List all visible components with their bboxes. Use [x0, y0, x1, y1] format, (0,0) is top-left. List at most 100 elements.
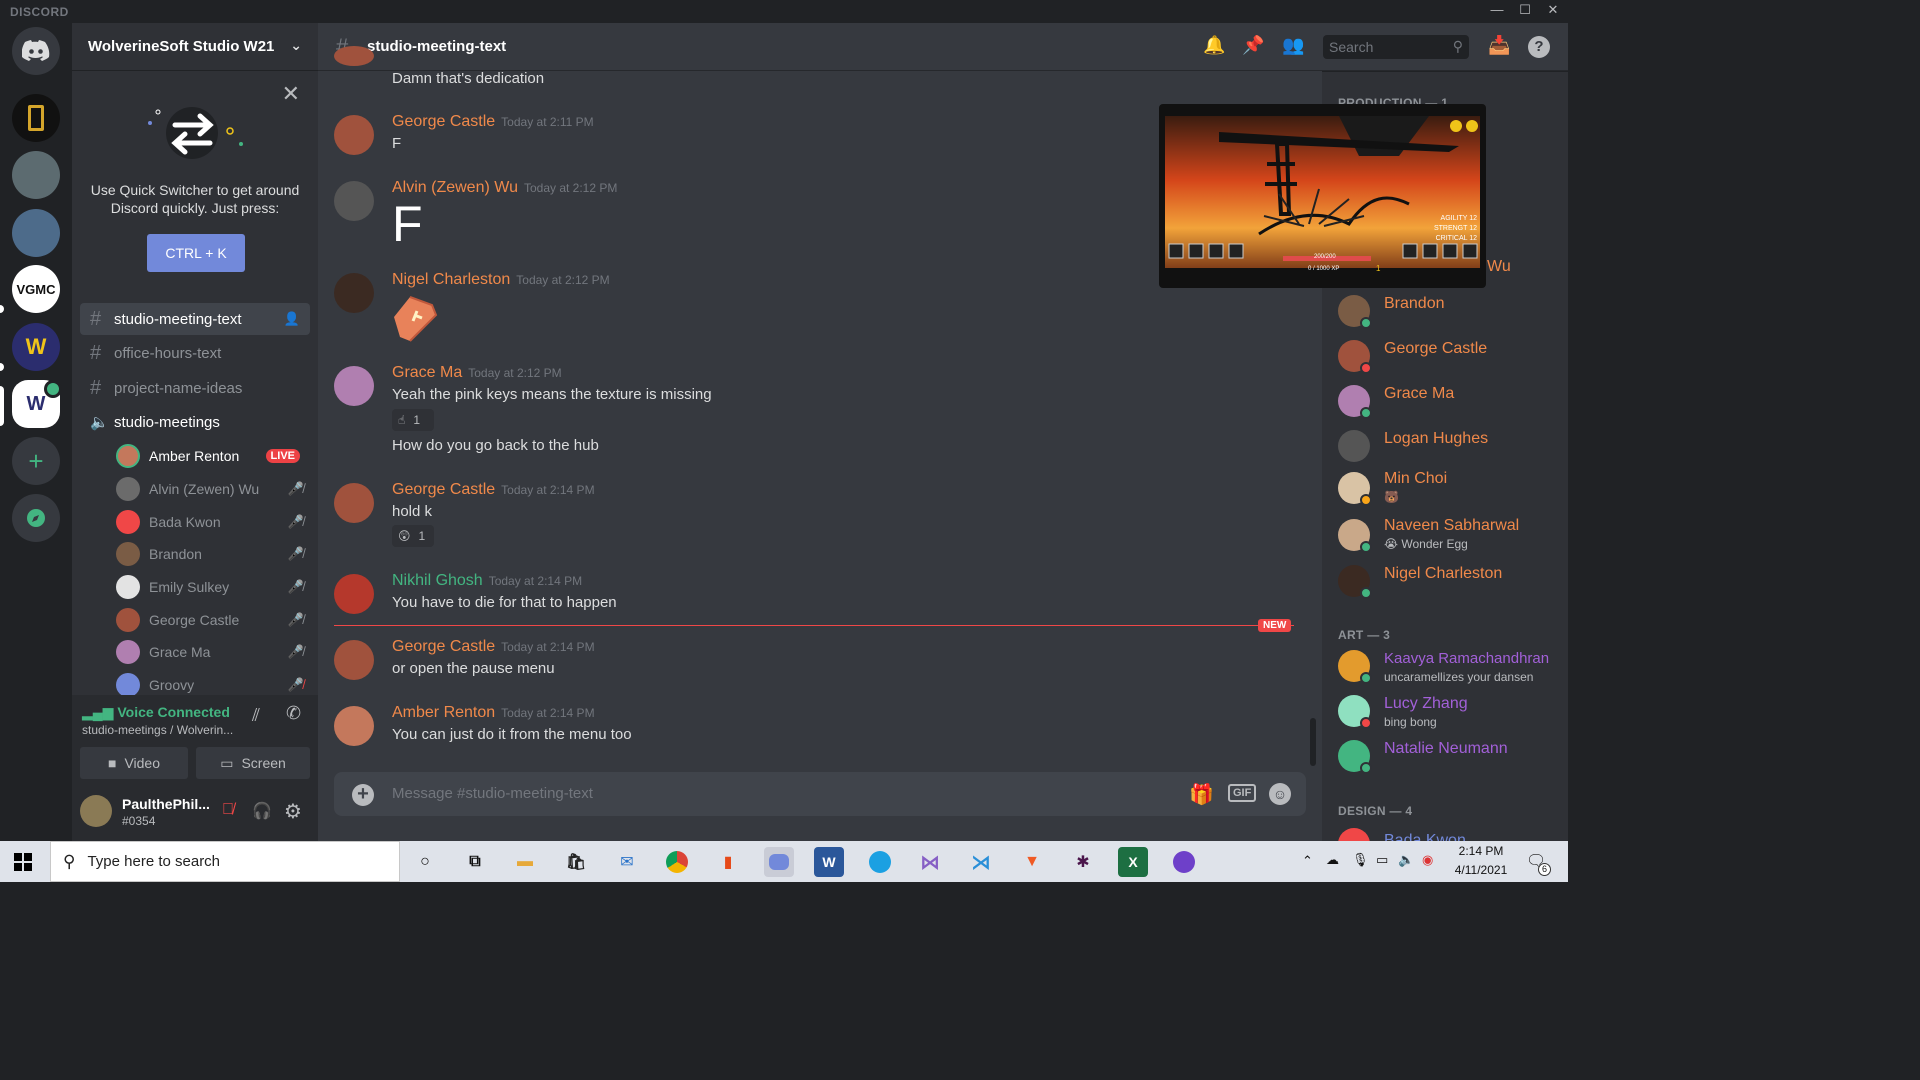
gift-icon[interactable]: 🎁: [1189, 782, 1214, 807]
settings-gear-icon[interactable]: ⚙: [284, 799, 302, 824]
minimize-button[interactable]: —: [1482, 2, 1512, 20]
inbox-icon[interactable]: 📥: [1488, 35, 1510, 56]
server-header[interactable]: WolverineSoft Studio W21 ⌄: [72, 23, 318, 71]
emoji-picker-icon[interactable]: ☺: [1269, 783, 1291, 805]
clock-date[interactable]: 4/11/2021: [1446, 863, 1516, 877]
close-window-button[interactable]: ✕: [1538, 2, 1568, 20]
noise-suppression-icon[interactable]: ⫽: [252, 705, 260, 726]
video-button[interactable]: ■ Video: [80, 747, 188, 779]
search-input[interactable]: Search ⚲: [1323, 35, 1469, 59]
windows-start-icon[interactable]: [14, 853, 32, 871]
chrome-icon[interactable]: [662, 847, 692, 877]
screen-share-button[interactable]: ▭ Screen: [196, 747, 310, 779]
upload-plus-icon[interactable]: +: [352, 784, 374, 806]
headphones-icon[interactable]: 🎧: [252, 801, 272, 821]
message-author[interactable]: Alvin (Zewen) Wu Today at 2:12 PM: [392, 179, 617, 197]
message-author[interactable]: Nigel Charleston Today at 2:12 PM: [392, 271, 610, 289]
avatar[interactable]: [334, 273, 374, 313]
message-author[interactable]: George Castle Today at 2:14 PM: [392, 638, 595, 656]
server-icon-1[interactable]: [12, 94, 60, 142]
tray-chevron-up-icon[interactable]: ⌃: [1302, 853, 1313, 869]
excel-icon[interactable]: X: [1118, 847, 1148, 877]
pin-icon[interactable]: 📌: [1242, 35, 1264, 56]
voice-user-george[interactable]: George Castle 🎤̸: [116, 606, 304, 634]
server-icon-2[interactable]: [12, 151, 60, 199]
cortana-icon[interactable]: ○: [410, 847, 440, 877]
store-icon[interactable]: 🛍: [561, 847, 591, 877]
invite-icon[interactable]: 👤: [284, 311, 300, 327]
avatar[interactable]: [334, 483, 374, 523]
member-natalie[interactable]: Natalie Neumann: [1338, 736, 1566, 780]
avatar[interactable]: [334, 640, 374, 680]
office-icon[interactable]: ▮: [713, 847, 743, 877]
clock-time[interactable]: 2:14 PM: [1446, 844, 1516, 858]
home-button[interactable]: [12, 27, 60, 75]
member-george[interactable]: George Castle: [1338, 336, 1566, 380]
help-icon[interactable]: ?: [1528, 36, 1550, 58]
disconnect-icon[interactable]: ✆: [286, 703, 301, 724]
close-icon[interactable]: ✕: [282, 81, 300, 107]
member-lucy[interactable]: Lucy Zhang bing bong: [1338, 691, 1566, 735]
slack-icon[interactable]: ✱: [1068, 847, 1098, 877]
shortcut-button[interactable]: CTRL + K: [147, 234, 245, 272]
message-author[interactable]: Amber Renton Today at 2:14 PM: [392, 704, 595, 722]
voice-user-emily[interactable]: Emily Sulkey 🎤̸: [116, 573, 304, 601]
discord-tray-icon[interactable]: ◉: [1422, 852, 1433, 868]
github-desktop-icon[interactable]: [1169, 847, 1199, 877]
stream-preview-popout[interactable]: AGILITY 12 STRENGT 12 CRITICAL 12 200/20…: [1159, 104, 1486, 288]
member-list-icon[interactable]: 👥: [1282, 35, 1304, 56]
member-bada[interactable]: Bada Kwon: [1338, 824, 1566, 841]
taskbar-search-box[interactable]: ⚲ Type here to search: [50, 841, 400, 882]
server-icon-vgmc[interactable]: VGMC: [12, 265, 60, 313]
voice-user-brandon[interactable]: Brandon 🎤̸: [116, 540, 304, 568]
member-grace[interactable]: Grace Ma: [1338, 381, 1566, 425]
battery-icon[interactable]: ▭: [1376, 852, 1388, 868]
channel-office-hours-text[interactable]: # office-hours-text: [80, 337, 310, 369]
onedrive-icon[interactable]: ☁: [1326, 852, 1339, 868]
message-author[interactable]: George Castle Today at 2:14 PM: [392, 481, 595, 499]
server-icon-3[interactable]: [12, 209, 60, 257]
message-author[interactable]: George Castle Today at 2:11 PM: [392, 113, 594, 131]
member-logan[interactable]: Logan Hughes: [1338, 426, 1566, 470]
reaction-chip[interactable]: 😲 1: [392, 525, 434, 547]
member-kaavya[interactable]: Kaavya Ramachandhran uncaramellizes your…: [1338, 646, 1566, 690]
avatar[interactable]: [334, 574, 374, 614]
explore-servers-button[interactable]: [12, 494, 60, 542]
channel-project-name-ideas[interactable]: # project-name-ideas: [80, 372, 310, 404]
gif-button[interactable]: GIF: [1228, 784, 1257, 802]
channel-studio-meetings[interactable]: 🔈 studio-meetings: [80, 406, 310, 438]
message-author[interactable]: Nikhil Ghosh Today at 2:14 PM: [392, 572, 582, 590]
member-min[interactable]: Min Choi 🐻: [1338, 468, 1566, 512]
voice-user-alvin[interactable]: Alvin (Zewen) Wu 🎤̸: [116, 475, 304, 503]
edge-icon[interactable]: [865, 847, 895, 877]
reaction-chip[interactable]: ☝ 1: [392, 409, 434, 431]
avatar[interactable]: [334, 706, 374, 746]
brave-icon[interactable]: ▼: [1017, 847, 1047, 877]
mute-mic-icon[interactable]: 🎙̸: [222, 801, 234, 819]
member-nigel[interactable]: Nigel Charleston: [1338, 561, 1566, 605]
vscode-icon[interactable]: ⋊: [966, 847, 996, 877]
visual-studio-icon[interactable]: ⋈: [915, 847, 945, 877]
scrollbar-thumb[interactable]: [1310, 718, 1316, 766]
voice-user-grace[interactable]: Grace Ma 🎤̸: [116, 638, 304, 666]
maximize-button[interactable]: ☐: [1510, 2, 1540, 20]
file-explorer-icon[interactable]: ▬: [510, 847, 540, 877]
task-view-icon[interactable]: ⧉: [460, 847, 490, 877]
microphone-icon[interactable]: 🎙: [1352, 852, 1369, 868]
avatar[interactable]: [334, 115, 374, 155]
member-naveen[interactable]: Naveen Sabharwal 😭 Wonder Egg: [1338, 515, 1566, 559]
avatar[interactable]: [334, 366, 374, 406]
mail-icon[interactable]: ✉: [612, 847, 642, 877]
discord-taskbar-icon[interactable]: [764, 847, 794, 877]
member-brandon[interactable]: Brandon: [1338, 291, 1566, 335]
volume-icon[interactable]: 🔈: [1398, 852, 1414, 868]
add-server-button[interactable]: +: [12, 437, 60, 485]
avatar[interactable]: [80, 795, 112, 827]
message-input[interactable]: Message #studio-meeting-text: [392, 785, 1172, 802]
channel-studio-meeting-text[interactable]: # studio-meeting-text 👤: [80, 303, 310, 335]
message-author[interactable]: Grace Ma Today at 2:12 PM: [392, 364, 562, 382]
word-icon[interactable]: W: [814, 847, 844, 877]
avatar[interactable]: [334, 181, 374, 221]
bell-icon[interactable]: 🔔: [1203, 35, 1225, 56]
server-icon-ws[interactable]: W: [12, 323, 60, 371]
